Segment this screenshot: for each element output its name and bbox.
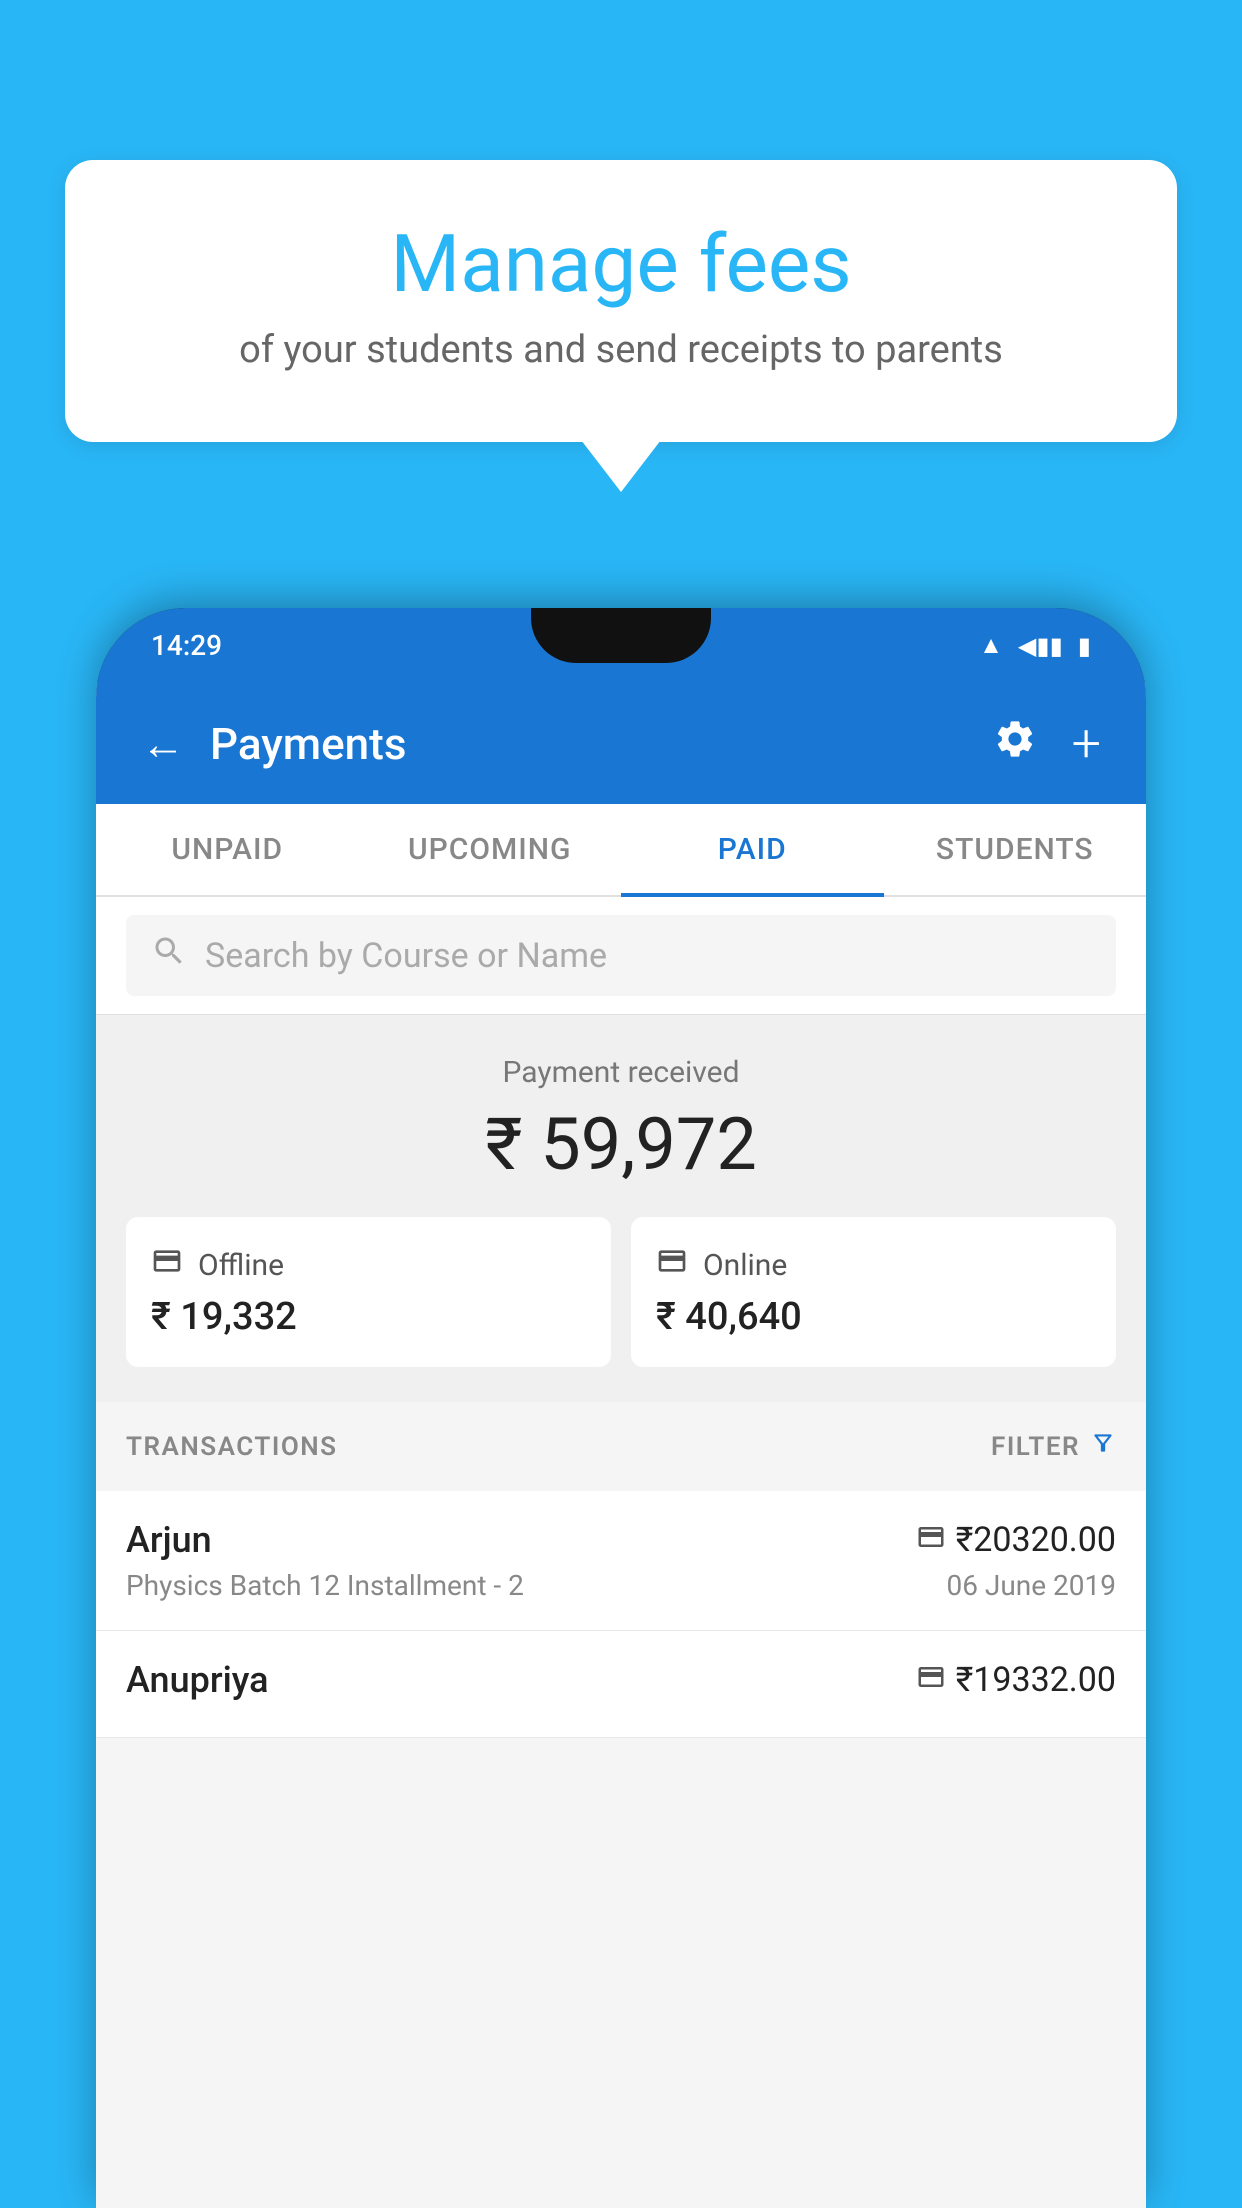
app-header: ← Payments +	[96, 683, 1146, 804]
search-container: Search by Course or Name	[96, 897, 1146, 1015]
filter-icon	[1090, 1430, 1116, 1463]
tab-students[interactable]: STUDENTS	[884, 804, 1147, 895]
payment-received-section: Payment received ₹ 59,972 Offline ₹ 19,3…	[96, 1015, 1146, 1402]
offline-payment-card: Offline ₹ 19,332	[126, 1217, 611, 1367]
add-button[interactable]: +	[1072, 713, 1101, 774]
online-payment-card: Online ₹ 40,640	[631, 1217, 1116, 1367]
transaction-name-arjun: Arjun	[126, 1519, 212, 1561]
transaction-bottom-arjun: Physics Batch 12 Installment - 2 06 June…	[126, 1569, 1116, 1602]
transactions-header: TRANSACTIONS FILTER	[96, 1402, 1146, 1491]
filter-label: FILTER	[991, 1432, 1080, 1462]
battery-icon: ▮	[1078, 632, 1091, 660]
status-time: 14:29	[151, 629, 222, 662]
tab-upcoming[interactable]: UPCOMING	[359, 804, 622, 895]
tooltip-title: Manage fees	[145, 220, 1097, 308]
transaction-amount-row-arjun: ₹20320.00	[916, 1520, 1116, 1560]
search-input-box[interactable]: Search by Course or Name	[126, 915, 1116, 996]
status-bar: 14:29 ▲ ◀▮▮ ▮	[96, 608, 1146, 683]
tab-unpaid[interactable]: UNPAID	[96, 804, 359, 895]
transaction-date-arjun: 06 June 2019	[946, 1569, 1116, 1602]
transaction-row[interactable]: Arjun ₹20320.00 Physics Batch 12 Install…	[96, 1491, 1146, 1631]
online-icon	[656, 1245, 688, 1285]
online-card-header: Online	[656, 1245, 1091, 1285]
phone-screen: ← Payments + UNPAID UPCOMING PAID STUDEN…	[96, 683, 1146, 2208]
search-placeholder: Search by Course or Name	[205, 936, 607, 976]
tab-paid[interactable]: PAID	[621, 804, 884, 895]
transaction-amount-anupriya: ₹19332.00	[956, 1660, 1116, 1700]
payment-total-amount: ₹ 59,972	[126, 1102, 1116, 1187]
signal-icon: ◀▮▮	[1018, 632, 1063, 660]
transaction-row[interactable]: Anupriya ₹19332.00	[96, 1631, 1146, 1738]
payment-cards-row: Offline ₹ 19,332 Online ₹ 40,640	[126, 1217, 1116, 1367]
transaction-name-anupriya: Anupriya	[126, 1659, 269, 1701]
tooltip-bubble: Manage fees of your students and send re…	[65, 160, 1177, 442]
transactions-label: TRANSACTIONS	[126, 1432, 338, 1462]
transaction-amount-row-anupriya: ₹19332.00	[916, 1660, 1116, 1700]
tooltip-subtitle: of your students and send receipts to pa…	[145, 328, 1097, 372]
offline-card-header: Offline	[151, 1245, 586, 1285]
transaction-top-arjun: Arjun ₹20320.00	[126, 1519, 1116, 1561]
offline-label: Offline	[198, 1248, 284, 1283]
transaction-amount-arjun: ₹20320.00	[956, 1520, 1116, 1560]
online-payment-icon	[916, 1522, 946, 1559]
header-left: ← Payments	[141, 718, 406, 770]
transaction-course-arjun: Physics Batch 12 Installment - 2	[126, 1569, 524, 1602]
transaction-top-anupriya: Anupriya ₹19332.00	[126, 1659, 1116, 1701]
payment-received-label: Payment received	[126, 1055, 1116, 1090]
offline-payment-icon	[916, 1662, 946, 1699]
settings-icon[interactable]	[993, 717, 1037, 771]
status-icons: ▲ ◀▮▮ ▮	[979, 631, 1091, 660]
filter-button[interactable]: FILTER	[991, 1430, 1116, 1463]
search-icon	[151, 933, 187, 978]
header-right: +	[993, 713, 1101, 774]
wifi-icon: ▲	[979, 631, 1003, 660]
online-amount: ₹ 40,640	[656, 1295, 1091, 1339]
online-label: Online	[703, 1248, 787, 1283]
offline-icon	[151, 1245, 183, 1285]
page-title: Payments	[210, 718, 406, 770]
phone-frame: 14:29 ▲ ◀▮▮ ▮ ← Payments +	[96, 608, 1146, 2208]
tabs-bar: UNPAID UPCOMING PAID STUDENTS	[96, 804, 1146, 897]
offline-amount: ₹ 19,332	[151, 1295, 586, 1339]
phone-notch	[531, 608, 711, 663]
back-button[interactable]: ←	[141, 718, 185, 770]
